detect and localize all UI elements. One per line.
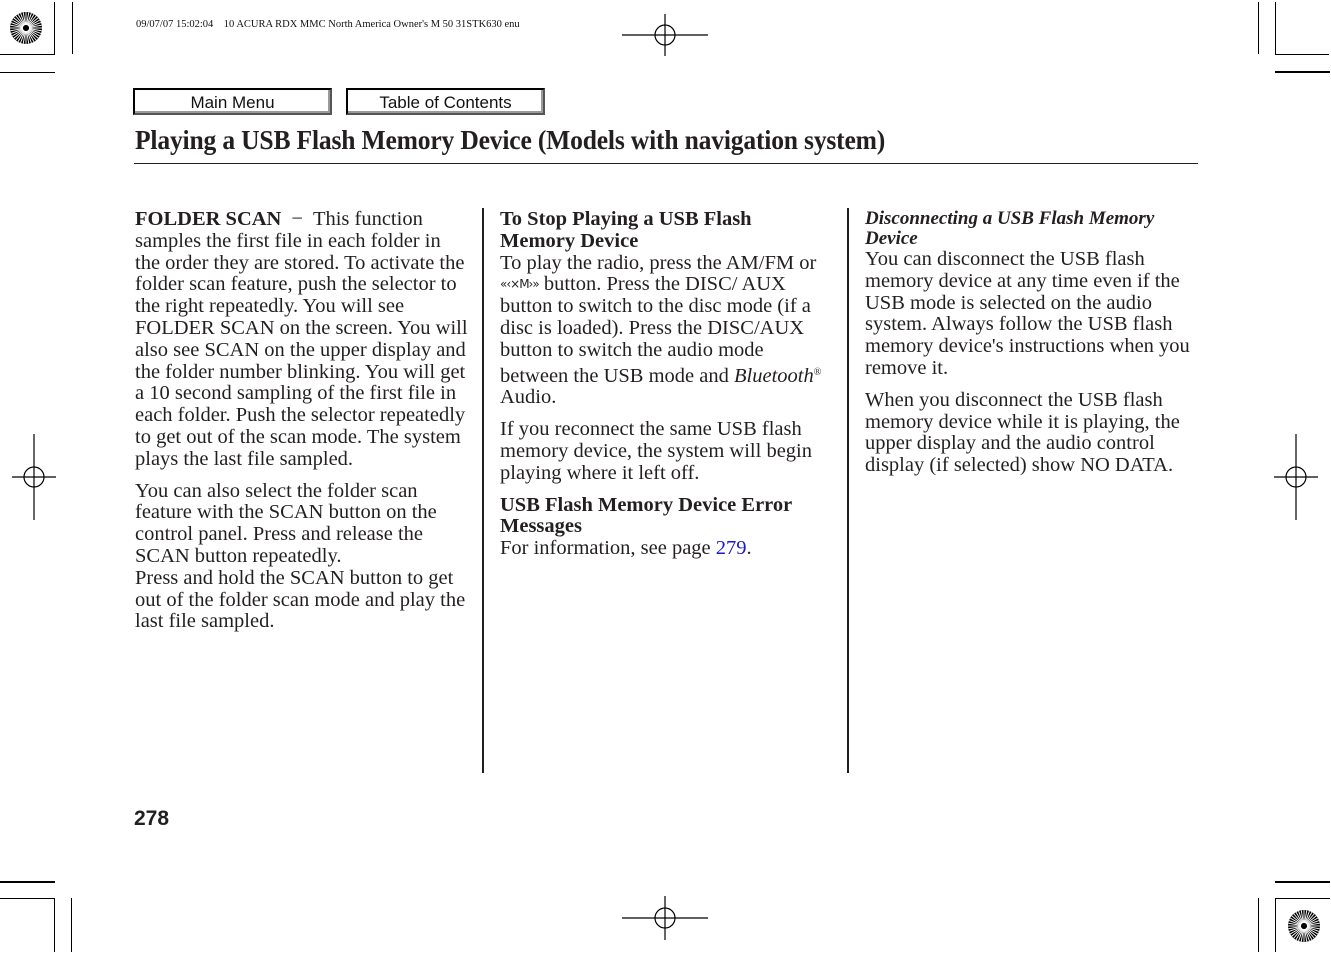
scan-button-paragraph: You can also select the folder scan feat…: [135, 479, 437, 567]
folder-scan-paragraph: FOLDER SCAN − This function samples the fi…: [135, 208, 470, 471]
stop-playing-section: To Stop Playing a USB Flash Memory Devic…: [500, 208, 830, 409]
main-menu-button[interactable]: Main Menu: [133, 88, 332, 115]
xm-radio-icon: «‹×M›»: [500, 277, 540, 292]
column-divider: [847, 208, 849, 773]
registration-crosshair-icon: [622, 896, 708, 940]
registered-mark: ®: [813, 366, 822, 378]
disconnect-heading: Disconnecting a USB Flash Memory Device: [865, 208, 1155, 249]
stop-text-3: Audio.: [500, 386, 557, 409]
title-divider: [134, 163, 1198, 164]
dash: −: [291, 208, 303, 230]
period: .: [746, 537, 752, 560]
crop-line: [54, 2, 55, 54]
crop-line: [1258, 2, 1259, 54]
crop-line: [1275, 898, 1276, 952]
crop-line: [0, 72, 55, 73]
disconnect-text: You can disconnect the USB flash memory …: [865, 248, 1190, 379]
crop-line: [54, 898, 55, 952]
folder-scan-text: This function samples the first file in …: [135, 208, 468, 470]
crop-line: [1275, 54, 1329, 55]
page-number: 278: [134, 807, 170, 830]
crop-line: [1258, 898, 1259, 952]
error-messages-heading: USB Flash Memory Device Error Messages: [500, 493, 792, 538]
crop-line: [1275, 898, 1330, 899]
scan-hold-paragraph: Press and hold the SCAN button to get ou…: [135, 566, 466, 633]
registration-sunburst-icon: [10, 12, 42, 44]
disconnect-playing-paragraph: When you disconnect the USB flash memory…: [865, 388, 1180, 477]
column-folder-scan: FOLDER SCAN − This function samples the fi…: [135, 208, 470, 643]
error-messages-section: USB Flash Memory Device Error Messages F…: [500, 493, 830, 560]
folder-scan-heading: FOLDER SCAN: [135, 208, 282, 230]
registration-crosshair-icon: [12, 434, 56, 520]
crop-line: [1275, 2, 1276, 55]
column-stop-playing: To Stop Playing a USB Flash Memory Devic…: [500, 208, 830, 570]
reconnect-paragraph: If you reconnect the same USB flash memo…: [500, 418, 812, 484]
crop-line: [72, 2, 73, 54]
table-of-contents-button[interactable]: Table of Contents: [346, 88, 545, 115]
page-title: Playing a USB Flash Memory Device (Model…: [135, 124, 886, 155]
crop-line: [0, 898, 55, 899]
crop-line: [71, 898, 72, 952]
page-279-link[interactable]: 279: [716, 537, 747, 559]
crop-line: [1275, 881, 1330, 883]
bluetooth-text: Bluetooth: [734, 364, 814, 387]
crop-line: [1275, 71, 1330, 73]
registration-crosshair-icon: [1274, 434, 1318, 520]
stop-text-1: To play the radio, press the AM/FM or: [500, 251, 817, 274]
registration-crosshair-icon: [622, 14, 708, 56]
crop-line: [0, 881, 55, 883]
column-disconnecting: Disconnecting a USB Flash Memory Device …: [865, 209, 1200, 487]
error-messages-text: For information, see page: [500, 537, 711, 560]
disconnect-section: Disconnecting a USB Flash Memory Device …: [865, 209, 1200, 380]
crop-line: [0, 54, 55, 55]
stop-playing-heading: To Stop Playing a USB Flash Memory Devic…: [500, 208, 752, 252]
print-header: 09/07/07 15:02:04 10 ACURA RDX MMC North…: [136, 19, 520, 30]
registration-sunburst-icon: [1288, 910, 1320, 942]
column-divider: [482, 208, 484, 773]
